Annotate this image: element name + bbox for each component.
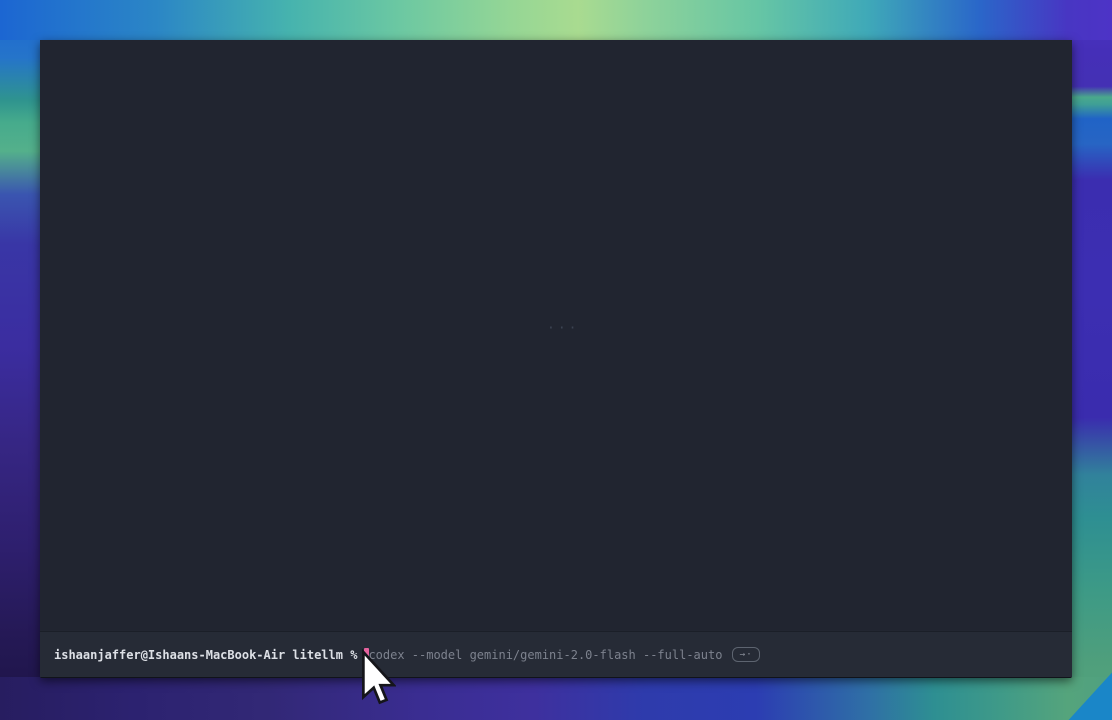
loading-indicator: ··· — [547, 321, 579, 336]
autocomplete-hint-badge: →· — [732, 647, 759, 662]
desktop: { "desktop": { "wallpaper_name": "macos-… — [0, 0, 1112, 720]
terminal-input-line[interactable]: ishaanjaffer@Ishaans-MacBook-Air litellm… — [40, 631, 1072, 677]
terminal-output-area[interactable]: ··· — [40, 40, 1072, 630]
terminal-window[interactable]: ··· ishaanjaffer@Ishaans-MacBook-Air lit… — [40, 40, 1072, 678]
wallpaper-bottom-strip — [0, 677, 1112, 720]
wallpaper-top-strip — [0, 0, 1112, 40]
command-suggestion-text: codex --model gemini/gemini-2.0-flash --… — [368, 648, 722, 662]
shell-prompt: ishaanjaffer@Ishaans-MacBook-Air litellm… — [54, 648, 357, 662]
wallpaper-right-strip — [1066, 0, 1112, 720]
